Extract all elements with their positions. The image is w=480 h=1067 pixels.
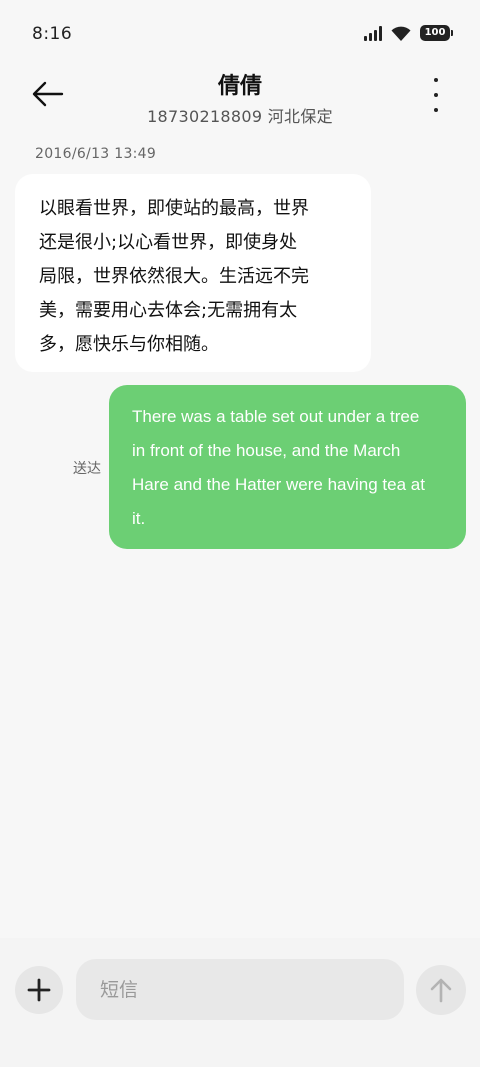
more-options-button[interactable] <box>426 78 446 112</box>
sms-conversation-screen: 8:16 100 倩倩 18730218809 河北保定 2016/6/13 1… <box>0 0 480 1067</box>
message-timestamp: 2016/6/13 13:49 <box>35 146 157 162</box>
conversation-header: 倩倩 18730218809 河北保定 <box>0 60 480 130</box>
message-line: 局限，世界依然很大。生活远不完 <box>39 266 309 287</box>
more-vertical-icon <box>434 78 438 82</box>
message-line: 多，愿快乐与你相随。 <box>39 334 219 355</box>
status-icons: 100 <box>364 24 453 42</box>
message-input[interactable] <box>76 959 404 1020</box>
contact-name: 倩倩 <box>217 74 262 99</box>
message-line: 美，需要用心去体会;无需拥有太 <box>39 300 298 321</box>
wifi-icon <box>391 26 411 41</box>
contact-phone-location: 18730218809 河北保定 <box>147 107 333 126</box>
arrow-up-icon <box>430 978 452 1003</box>
message-line: There was a table set out under a tree <box>132 407 420 426</box>
send-button[interactable] <box>416 965 466 1015</box>
status-bar: 8:16 100 <box>0 0 480 68</box>
signal-icon <box>364 25 382 41</box>
outgoing-message-bubble[interactable]: There was a table set out under a tree i… <box>109 385 466 549</box>
message-line: 还是很小;以心看世界，即使身处 <box>39 232 298 253</box>
message-line: Hare and the Hatter were having tea at <box>132 475 425 494</box>
battery-icon: 100 <box>420 25 453 41</box>
add-attachment-button[interactable] <box>15 966 63 1014</box>
plus-icon <box>27 978 51 1002</box>
incoming-message-bubble[interactable]: 以眼看世界，即使站的最高，世界 还是很小;以心看世界，即使身处 局限，世界依然很… <box>15 174 371 372</box>
delivery-status: 送达 <box>73 461 101 477</box>
message-line: in front of the house, and the March <box>132 441 401 460</box>
status-time: 8:16 <box>32 24 73 44</box>
composer-bar <box>0 938 480 1067</box>
message-line: it. <box>132 509 146 528</box>
message-line: 以眼看世界，即使站的最高，世界 <box>39 198 309 219</box>
